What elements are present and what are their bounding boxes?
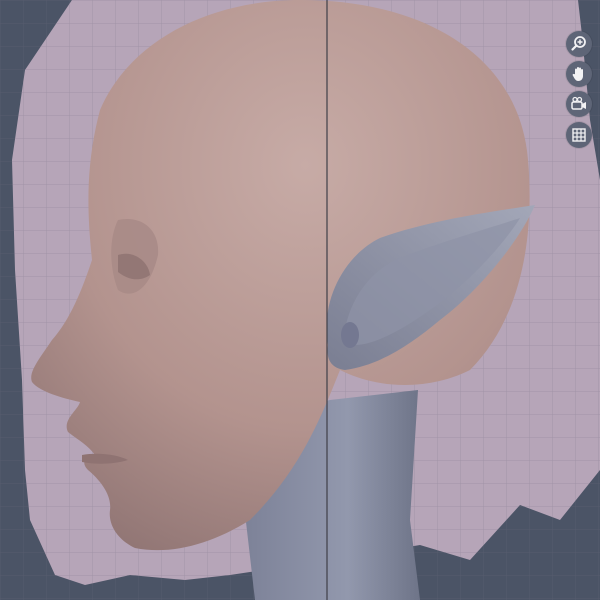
zoom-button[interactable] bbox=[566, 31, 592, 57]
pan-button[interactable] bbox=[566, 61, 592, 87]
navigation-gizmo bbox=[540, 0, 600, 160]
camera-button[interactable] bbox=[566, 91, 592, 117]
grid-icon bbox=[572, 128, 586, 142]
zoom-in-icon bbox=[571, 36, 586, 51]
camera-icon bbox=[571, 96, 586, 110]
grid-button[interactable] bbox=[566, 122, 592, 148]
sculpt-scene[interactable] bbox=[0, 0, 600, 600]
hand-icon bbox=[572, 67, 583, 81]
3d-viewport[interactable] bbox=[0, 0, 600, 600]
